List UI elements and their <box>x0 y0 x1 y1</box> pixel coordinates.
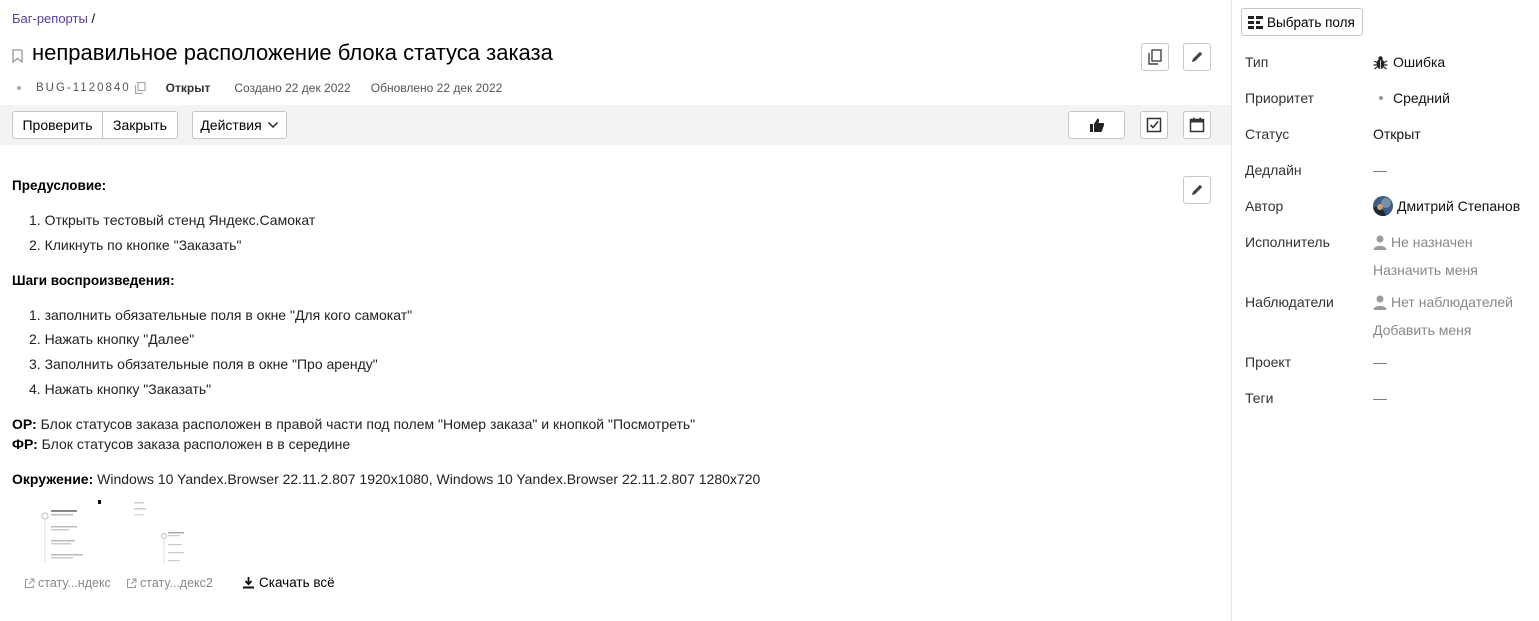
field-value-followers[interactable]: Нет наблюдателей <box>1373 294 1513 310</box>
field-value-author[interactable]: Дмитрий Степанов <box>1373 196 1520 216</box>
field-label-project: Проект <box>1245 354 1292 370</box>
actual-label: ФР: <box>12 436 38 452</box>
external-link-icon <box>127 578 137 588</box>
expected-result: ОР: Блок статусов заказа расположен в пр… <box>12 416 695 432</box>
checkbox-icon <box>1146 117 1162 133</box>
field-label-type: Тип <box>1245 54 1269 70</box>
actual-result: ФР: Блок статусов заказа расположен в в … <box>12 436 350 452</box>
pencil-icon <box>1192 51 1203 62</box>
thumbs-up-icon <box>1089 118 1104 132</box>
attachment-name: стату...ндекс <box>38 576 111 590</box>
attachment-thumbnail[interactable] <box>126 500 218 566</box>
screenshot-preview-image <box>24 500 116 566</box>
avatar <box>1373 196 1393 216</box>
field-label-deadline: Дедлайн <box>1245 162 1302 178</box>
bookmark-icon[interactable] <box>12 49 23 63</box>
edit-description-button[interactable] <box>1183 176 1211 204</box>
chevron-down-icon <box>267 121 278 129</box>
field-value-project[interactable]: — <box>1373 354 1387 370</box>
copy-icon <box>1148 49 1162 65</box>
actual-text: Блок статусов заказа расположен в в сере… <box>37 436 351 452</box>
assignee-value: Не назначен <box>1391 234 1473 250</box>
precondition-heading: Предусловие: <box>12 178 107 193</box>
calendar-icon <box>1189 117 1205 133</box>
updated-date: Обновлено 22 дек 2022 <box>370 81 503 95</box>
pencil-icon <box>1192 184 1203 195</box>
field-value-deadline[interactable]: — <box>1373 162 1387 178</box>
edit-title-button[interactable] <box>1183 43 1211 71</box>
environment-text: Windows 10 Yandex.Browser 22.11.2.807 19… <box>93 471 761 487</box>
download-all-label: Скачать всё <box>259 575 335 590</box>
breadcrumb-separator: / <box>91 11 96 26</box>
issue-key[interactable]: BUG-1120840 <box>36 82 131 94</box>
issue-main: Баг-репорты / неправильное расположение … <box>0 0 1231 621</box>
step-item: 1. заполнить обязательные поля в окне "Д… <box>29 307 413 323</box>
issue-meta: BUG-1120840 Открыт Создано 22 дек 2022 О… <box>17 81 502 95</box>
external-link-icon <box>25 578 35 588</box>
like-button[interactable] <box>1068 111 1125 139</box>
select-fields-label: Выбрать поля <box>1267 14 1355 30</box>
field-label-priority: Приоритет <box>1245 90 1315 106</box>
actions-dropdown[interactable]: Действия <box>192 111 287 139</box>
download-icon <box>243 577 254 589</box>
step-item: 3. Заполнить обязательные поля в окне "П… <box>29 356 378 372</box>
check-button[interactable]: Проверить <box>12 111 103 139</box>
attachment-link[interactable]: стату...декс2 <box>126 576 213 590</box>
breadcrumb-link-bug-reports[interactable]: Баг-репорты <box>12 11 88 26</box>
field-label-tags: Теги <box>1245 390 1274 406</box>
field-label-author: Автор <box>1245 198 1284 214</box>
fields-list-icon <box>1248 15 1263 29</box>
field-value-type[interactable]: Ошибка <box>1373 54 1445 70</box>
steps-heading: Шаги воспроизведения: <box>12 273 175 288</box>
actions-label: Действия <box>200 117 262 133</box>
author-name: Дмитрий Степанов <box>1397 198 1521 214</box>
add-me-link[interactable]: Добавить меня <box>1373 322 1472 338</box>
calendar-button[interactable] <box>1183 111 1211 139</box>
field-label-assignee: Исполнитель <box>1245 234 1330 250</box>
priority-dot-icon <box>1379 96 1383 100</box>
followers-value: Нет наблюдателей <box>1391 294 1514 310</box>
attachment-link[interactable]: стату...ндекс <box>24 576 111 590</box>
attachment-name: стату...декс2 <box>140 576 213 590</box>
created-date: Создано 22 дек 2022 <box>234 81 351 95</box>
field-value-priority[interactable]: Средний <box>1373 90 1450 106</box>
checklist-button[interactable] <box>1140 111 1168 139</box>
expected-label: ОР: <box>12 416 37 432</box>
environment: Окружение: Windows 10 Yandex.Browser 22.… <box>12 471 760 487</box>
type-value: Ошибка <box>1393 54 1446 70</box>
bug-icon <box>1373 55 1388 69</box>
field-value-assignee[interactable]: Не назначен <box>1373 234 1473 250</box>
page-title: неправильное расположение блока статуса … <box>32 40 553 65</box>
field-label-status: Статус <box>1245 126 1290 142</box>
select-fields-button[interactable]: Выбрать поля <box>1241 8 1363 36</box>
breadcrumb: Баг-репорты / <box>12 11 95 26</box>
issue-toolbar: Проверить Закрыть Действия <box>0 105 1231 145</box>
title-row: неправильное расположение блока статуса … <box>12 40 553 66</box>
field-value-tags[interactable]: — <box>1373 390 1387 406</box>
field-label-followers: Наблюдатели <box>1245 294 1334 310</box>
precondition-item: 1. Открыть тестовый стенд Яндекс.Самокат <box>29 212 316 228</box>
download-all-link[interactable]: Скачать всё <box>242 575 335 590</box>
expected-text: Блок статусов заказа расположен в правой… <box>36 416 696 432</box>
environment-label: Окружение: <box>12 471 94 487</box>
field-value-status[interactable]: Открыт <box>1373 126 1421 142</box>
user-icon <box>1373 295 1387 310</box>
status-badge: Открыт <box>165 81 211 95</box>
assign-me-link[interactable]: Назначить меня <box>1373 262 1478 278</box>
copy-key-icon[interactable] <box>134 82 146 94</box>
precondition-item: 2. Кликнуть по кнопке "Заказать" <box>29 237 242 253</box>
user-icon <box>1373 235 1387 250</box>
close-button[interactable]: Закрыть <box>102 111 178 139</box>
priority-value: Средний <box>1393 90 1450 106</box>
copy-link-button[interactable] <box>1141 43 1169 71</box>
attachment-thumbnail[interactable] <box>24 500 116 566</box>
issue-sidebar: Выбрать поля Тип Ошибка Приоритет Средни… <box>1231 0 1539 621</box>
status-dot <box>17 86 21 90</box>
step-item: 4. Нажать кнопку "Заказать" <box>29 381 212 397</box>
step-item: 2. Нажать кнопку "Далее" <box>29 331 195 347</box>
screenshot-preview-image <box>126 500 218 566</box>
